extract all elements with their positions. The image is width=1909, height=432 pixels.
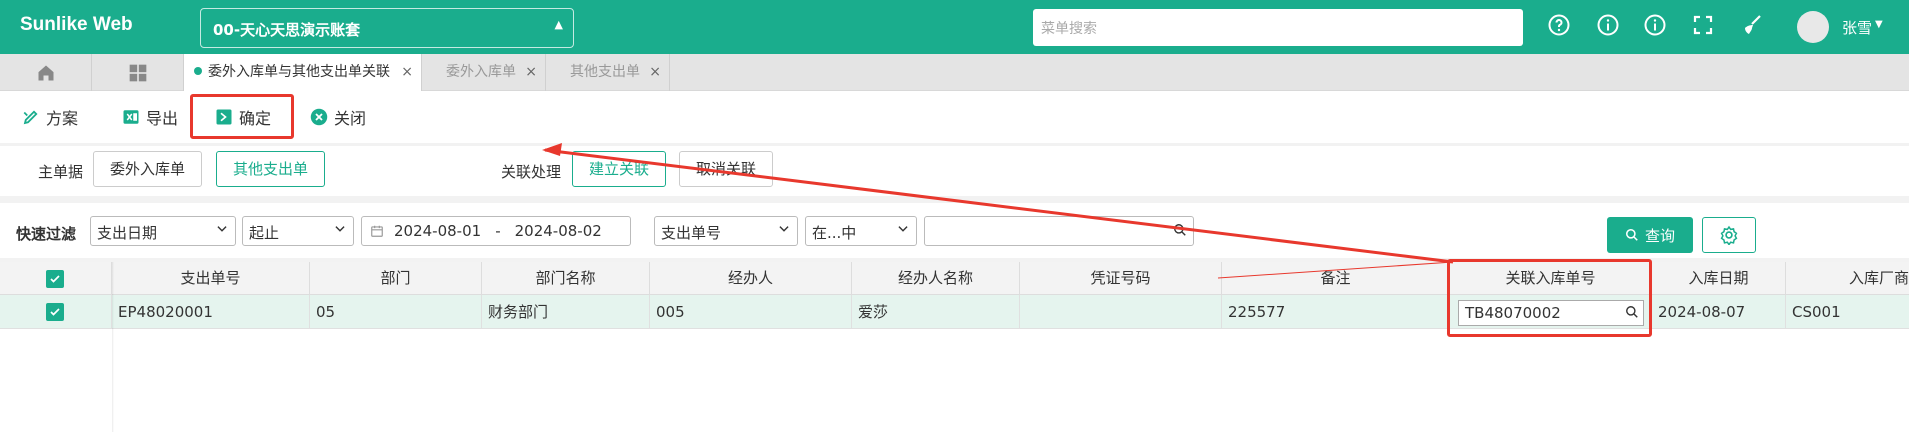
relation-bar: 主单据 委外入库单 其他支出单 关联处理 建立关联 取消关联 <box>0 146 1909 196</box>
cell-vendor: CS001 <box>1792 303 1841 321</box>
filter-operator2-select[interactable]: 在...中 <box>805 216 917 246</box>
cell-dept-name: 财务部门 <box>482 295 650 329</box>
frozen-column-divider <box>112 262 114 432</box>
filter-field2-value: 支出单号 <box>661 224 722 242</box>
user-name[interactable]: 张雪 <box>1842 17 1872 38</box>
filter-field-value: 支出日期 <box>97 224 158 242</box>
col-header[interactable]: 入库日期 <box>1652 262 1786 295</box>
cell-dept: 05 <box>310 295 482 329</box>
grid-icon <box>129 64 146 81</box>
filter-value-input[interactable] <box>924 216 1194 246</box>
confirm-highlight-box <box>190 94 294 139</box>
date-range-input[interactable]: 2024-08-01-2024-08-02 <box>361 216 631 246</box>
account-selector[interactable]: 00-天心天思演示账套 ▲ <box>200 8 574 48</box>
col-header[interactable]: 经办人 <box>650 262 852 295</box>
settings-button[interactable] <box>1702 217 1756 253</box>
scheme-button[interactable]: 方案 <box>22 105 78 129</box>
export-label: 导出 <box>146 109 179 128</box>
create-relation-button[interactable]: 建立关联 <box>572 151 667 187</box>
cell-in-date: 2024-08-07 <box>1652 295 1786 329</box>
top-header: Sunlike Web 00-天心天思演示账套 ▲ 菜单搜索 张雪 ▼ <box>0 0 1909 54</box>
filter-operator2-value: 在...中 <box>812 224 857 242</box>
caret-down-icon[interactable]: ▼ <box>1875 19 1883 30</box>
excel-icon <box>122 108 140 126</box>
relation-process-label: 关联处理 <box>501 163 562 181</box>
close-button[interactable]: 关闭 <box>310 105 366 129</box>
tab-other-expense[interactable]: 其他支出单 × <box>546 54 670 91</box>
query-button[interactable]: 查询 <box>1607 217 1693 253</box>
account-name: 00-天心天思演示账套 <box>213 21 361 39</box>
filter-operator-select[interactable]: 起止 <box>242 216 354 246</box>
chevron-down-icon <box>333 222 347 240</box>
cell-remark: 225577 <box>1222 295 1450 329</box>
main-doc-label: 主单据 <box>38 163 84 181</box>
filter-operator-value: 起止 <box>249 224 280 242</box>
cancel-relation-button[interactable]: 取消关联 <box>679 151 774 187</box>
tab-label: 委外入库单与其他支出单关联 <box>208 64 390 80</box>
search-icon[interactable] <box>1173 223 1187 241</box>
tab-app-grid[interactable] <box>92 54 184 91</box>
filter-field-select[interactable]: 支出日期 <box>90 216 236 246</box>
quick-filter-label: 快速过滤 <box>16 225 77 243</box>
clean-brush-icon[interactable] <box>1739 13 1765 39</box>
tab-home[interactable] <box>0 54 92 91</box>
tab-label: 委外入库单 <box>446 64 516 80</box>
chevron-down-icon <box>215 222 229 240</box>
select-all-cell[interactable] <box>0 262 112 295</box>
col-header[interactable]: 经办人名称 <box>852 262 1020 295</box>
cell-expense-no: EP48020001 <box>112 295 310 329</box>
outsource-in-button[interactable]: 委外入库单 <box>93 151 203 187</box>
close-tab-icon[interactable]: × <box>401 54 413 91</box>
col-header[interactable]: 入库厂商 <box>1786 262 1909 295</box>
query-label: 查询 <box>1644 226 1675 245</box>
tab-bar: 委外入库单与其他支出单关联 × 委外入库单 × 其他支出单 × <box>0 54 1909 91</box>
gear-icon <box>1720 225 1738 245</box>
help-icon[interactable] <box>1546 13 1572 39</box>
close-tab-icon[interactable]: × <box>649 54 661 91</box>
edit-scheme-icon <box>22 108 40 126</box>
chevron-down-icon <box>896 222 910 240</box>
col-header[interactable]: 支出单号 <box>112 262 310 295</box>
tab-relation[interactable]: 委外入库单与其他支出单关联 × <box>184 54 422 91</box>
other-expense-button[interactable]: 其他支出单 <box>216 151 326 187</box>
col-header[interactable]: 凭证号码 <box>1020 262 1222 295</box>
close-circle-icon <box>310 108 328 126</box>
cell-handler: 005 <box>650 295 852 329</box>
col-header[interactable]: 部门名称 <box>482 262 650 295</box>
user-avatar[interactable] <box>1797 11 1829 43</box>
fullscreen-icon[interactable] <box>1690 13 1716 39</box>
export-button[interactable]: 导出 <box>122 105 178 129</box>
tab-outsource-in[interactable]: 委外入库单 × <box>422 54 546 91</box>
cell-handler-name: 爱莎 <box>852 295 1020 329</box>
about-icon[interactable] <box>1642 13 1668 39</box>
tab-label: 其他支出单 <box>570 64 640 80</box>
col-header[interactable]: 部门 <box>310 262 482 295</box>
date-separator: - <box>495 222 501 240</box>
caret-up-icon: ▲ <box>554 18 563 31</box>
calendar-icon <box>370 224 384 242</box>
filter-field2-select[interactable]: 支出单号 <box>654 216 798 246</box>
menu-search-input[interactable]: 菜单搜索 <box>1033 9 1523 46</box>
home-icon <box>38 65 53 80</box>
cell-voucher <box>1020 295 1222 329</box>
close-label: 关闭 <box>334 109 367 128</box>
search-icon <box>1625 228 1638 241</box>
checkbox-checked-icon[interactable] <box>46 270 64 288</box>
active-dot-icon <box>194 67 202 75</box>
chevron-down-icon <box>777 222 791 240</box>
row-select-cell[interactable] <box>0 295 112 329</box>
filter-bar: 快速过滤 支出日期 起止 2024-08-01-2024-08-02 支出单号 … <box>0 203 1909 258</box>
col-header[interactable]: 备注 <box>1222 262 1450 295</box>
info-icon[interactable] <box>1595 13 1621 39</box>
date-to: 2024-08-02 <box>514 222 602 240</box>
app-logo: Sunlike Web <box>20 14 133 35</box>
link-column-highlight-box <box>1447 259 1652 337</box>
date-from: 2024-08-01 <box>394 222 482 240</box>
close-tab-icon[interactable]: × <box>525 54 537 91</box>
scheme-label: 方案 <box>46 109 79 128</box>
checkbox-checked-icon[interactable] <box>46 303 64 321</box>
